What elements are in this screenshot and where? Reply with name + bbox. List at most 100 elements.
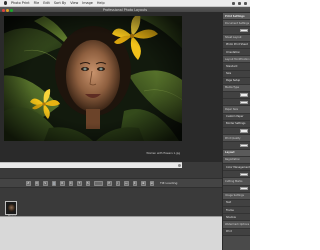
sidebar-row-field[interactable]: Orientation: [223, 48, 250, 57]
sidebar-input-field[interactable]: [240, 100, 248, 105]
sidebar-row-label: Border Settings: [226, 122, 246, 126]
sidebar-row-field[interactable]: [223, 142, 250, 150]
sidebar-row-label: Image Settings: [225, 194, 244, 198]
text-button[interactable]: T: [77, 180, 82, 186]
apple-icon[interactable]: [2, 0, 8, 6]
sidebar-row-field[interactable]: Frame: [223, 207, 250, 215]
sidebar-row-label: Orientation: [226, 50, 241, 54]
sidebar-row-field[interactable]: [223, 99, 250, 107]
sidebar-row-label: Standard: [226, 64, 238, 68]
fit-button[interactable]: [94, 180, 103, 186]
crop-button[interactable]: C: [68, 180, 73, 186]
sidebar-input-field[interactable]: [240, 186, 248, 191]
wifi-icon[interactable]: [232, 1, 235, 5]
sidebar-row-label: Size: [226, 72, 232, 76]
select-button[interactable]: S: [43, 180, 48, 186]
toolbar-label: Tilt Loading: [160, 181, 178, 185]
window-title: Professional Photo Layouts: [102, 7, 148, 12]
sidebar-input-field[interactable]: [240, 143, 248, 148]
menu-image[interactable]: Image: [82, 1, 93, 5]
sidebar-row-sub[interactable]: Document Settings: [223, 20, 250, 28]
sidebar-row-field[interactable]: Text: [223, 199, 250, 208]
zoom-in-button[interactable]: ⊕: [141, 180, 146, 186]
view-toolbar: Z Q S R C T S P i ↔ ↕ ⊕ ⊖ Tilt Loading: [0, 178, 222, 188]
sidebar-row-label: Shadow: [226, 215, 236, 219]
sidebar-input-field[interactable]: [240, 129, 248, 133]
sidebar-row-sub[interactable]: Registration: [223, 156, 250, 164]
menu-file[interactable]: File: [34, 1, 40, 5]
sidebar-row-field[interactable]: Page Setup: [223, 77, 250, 85]
sidebar-row-sub[interactable]: Print Quality: [223, 135, 250, 143]
sidebar-row-field[interactable]: Custom Paper: [223, 113, 250, 121]
pointer-tool-button[interactable]: [51, 180, 56, 186]
flip-horizontal-button[interactable]: ↔: [124, 180, 129, 186]
sidebar-row-field[interactable]: [223, 185, 250, 193]
sidebar-row-label: Text: [226, 201, 232, 205]
sidebar-row-label: Custom Paper: [226, 115, 244, 119]
sidebar-row-label: Color Management: [226, 165, 250, 169]
zoom-out-button[interactable]: ⊖: [149, 180, 154, 186]
sidebar-input-field[interactable]: [240, 28, 248, 33]
status-area: [0, 216, 222, 250]
sidebar-row-field[interactable]: Print: [223, 228, 250, 236]
sidebar-row-field[interactable]: [223, 92, 250, 100]
sidebar-row-label: Layout: [225, 151, 235, 155]
sidebar-row-sub[interactable]: Cutting Marks: [223, 178, 250, 186]
menu-edit[interactable]: Edit: [43, 1, 50, 5]
sidebar-row-label: Photo Print Sheet: [226, 43, 248, 47]
sidebar-row-label: Sheet Layout: [225, 36, 242, 40]
preview-canvas[interactable]: Women with flowers 1.jpg: [0, 13, 222, 168]
scrollbar-thumb[interactable]: [178, 164, 181, 167]
zoom-button[interactable]: Z: [26, 180, 31, 186]
menu-help[interactable]: Help: [97, 1, 105, 5]
sidebar-row-sub[interactable]: Sheet Layout: [223, 34, 250, 42]
sidebar-row-field[interactable]: [223, 171, 250, 179]
sidebar-row-field[interactable]: Photo Print Sheet: [223, 41, 250, 49]
sidebar-row-hdr[interactable]: Print Settings: [223, 13, 250, 21]
rotate-button[interactable]: R: [60, 180, 65, 186]
sidebar-row-label: Print Settings: [225, 14, 245, 18]
sidebar-row-sub[interactable]: Image Settings: [223, 192, 250, 200]
sidebar-row-field[interactable]: [223, 128, 250, 136]
sidebar-row-label: Registration: [225, 158, 241, 162]
menu-sort-by[interactable]: Sort By: [54, 1, 66, 5]
menu-app[interactable]: Photo Print: [11, 1, 30, 5]
photo-filename: Women with flowers 1.jpg: [146, 152, 180, 155]
sidebar-row-field[interactable]: Size: [223, 70, 250, 78]
system-menubar: Photo Print File Edit Sort By View Image…: [0, 0, 250, 7]
menubar-status-icons: [232, 1, 247, 5]
shape-button[interactable]: S: [85, 180, 90, 186]
thumbnail-image: [8, 204, 15, 212]
sidebar-row-sub[interactable]: Media Type: [223, 84, 250, 93]
sidebar-row-label: Cutting Marks: [225, 179, 243, 183]
sidebar-row-label: Print: [226, 230, 232, 234]
battery-icon[interactable]: [238, 1, 241, 5]
sidebar-row-sub[interactable]: Paper Size: [223, 106, 250, 114]
sidebar-input-field[interactable]: [240, 93, 248, 97]
quick-button[interactable]: Q: [34, 180, 39, 186]
sidebar-row-label: Media Type: [225, 86, 240, 90]
sidebar-row-field[interactable]: Color Management: [223, 163, 250, 172]
clock-icon[interactable]: [244, 1, 247, 5]
filmstrip-thumbnail[interactable]: Woman: [5, 201, 17, 218]
sidebar-row-label: Document Settings: [225, 21, 250, 25]
sidebar-row-hdr[interactable]: Layout: [223, 149, 250, 157]
sidebar-row-label: Page Setup: [226, 79, 241, 83]
info-button[interactable]: i: [115, 180, 120, 186]
sidebar-row-label: Frame: [226, 208, 234, 212]
flip-vertical-button[interactable]: ↕: [132, 180, 137, 186]
sidebar-input-field[interactable]: [240, 172, 248, 176]
filmstrip[interactable]: Woman: [0, 188, 222, 218]
sidebar-row-field[interactable]: [223, 27, 250, 35]
menu-view[interactable]: View: [70, 1, 78, 5]
sidebar-row-sub[interactable]: Layout Modification: [223, 56, 250, 64]
sidebar-row-field[interactable]: Standard: [223, 63, 250, 71]
sidebar-row-label: Paper Size: [225, 108, 239, 112]
print-preview-button[interactable]: P: [107, 180, 112, 186]
photo-preview[interactable]: [4, 16, 182, 141]
sidebar-row-label: Print Quality: [225, 136, 241, 140]
sidebar-row-field[interactable]: Shadow: [223, 214, 250, 222]
sidebar-row-field[interactable]: Border Settings: [223, 120, 250, 128]
horizontal-scrollbar[interactable]: [0, 162, 182, 168]
sidebar-row-sub[interactable]: Watermark Options: [223, 221, 250, 229]
